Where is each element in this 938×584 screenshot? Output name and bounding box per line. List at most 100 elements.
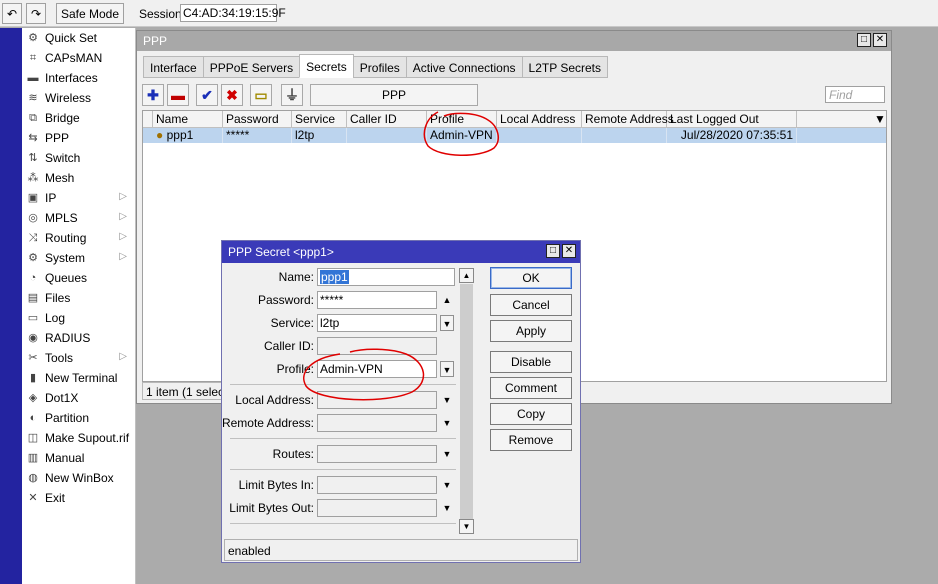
tab-profiles[interactable]: Profiles bbox=[352, 56, 407, 78]
sidebar-item-make-supout-rif[interactable]: ◫ Make Supout.rif bbox=[22, 428, 135, 448]
sidebar-item-label: MPLS bbox=[45, 211, 78, 225]
name-field[interactable]: ppp1 bbox=[317, 268, 455, 286]
add-icon[interactable]: ✚ bbox=[142, 84, 164, 106]
limit-bytes-in-dropdown-icon[interactable]: ▼ bbox=[440, 477, 454, 493]
sidebar-item-routing[interactable]: ⤨ Routing ▷ bbox=[22, 228, 135, 248]
sidebar-item-partition[interactable]: ◐ Partition bbox=[22, 408, 135, 428]
column-header-local-address[interactable]: Local Address bbox=[497, 111, 582, 128]
enable-icon[interactable]: ✔ bbox=[196, 84, 218, 106]
routes-field[interactable] bbox=[317, 445, 437, 463]
sidebar-item-manual[interactable]: ▥ Manual bbox=[22, 448, 135, 468]
sidebar-item-mesh[interactable]: ⁂ Mesh bbox=[22, 168, 135, 188]
dialog-close-icon[interactable]: ✕ bbox=[562, 244, 576, 258]
dialog-maximize-icon[interactable]: □ bbox=[546, 244, 560, 258]
ppp-toolbar: ✚ ▬ ✔ ✖ ▭ ⏚ PPP Authentication&Accountin… bbox=[141, 83, 889, 122]
sidebar-item-dot1x[interactable]: ◈ Dot1X bbox=[22, 388, 135, 408]
remote-address-field[interactable] bbox=[317, 414, 437, 432]
sidebar-item-capsman[interactable]: ⌗ CAPsMAN bbox=[22, 48, 135, 68]
switch-icon: ⇅ bbox=[28, 152, 38, 164]
dialog-status-bar: enabled bbox=[224, 539, 578, 561]
sidebar-item-system[interactable]: ⚙ System ▷ bbox=[22, 248, 135, 268]
sidebar-item-label: PPP bbox=[45, 131, 70, 145]
profile-dropdown-icon[interactable]: ▼ bbox=[440, 361, 454, 377]
columns-menu-icon[interactable]: ▼ bbox=[871, 111, 886, 128]
sidebar-item-switch[interactable]: ⇅ Switch bbox=[22, 148, 135, 168]
sidebar-item-exit[interactable]: ✕ Exit bbox=[22, 488, 135, 508]
remove-button[interactable]: Remove bbox=[490, 429, 572, 451]
redo-icon[interactable]: ↷ bbox=[26, 3, 46, 24]
sidebar-item-label: Make Supout.rif bbox=[45, 431, 130, 445]
tab-secrets[interactable]: Secrets bbox=[299, 54, 354, 78]
cell-remote-address bbox=[582, 128, 667, 143]
disable-icon[interactable]: ✖ bbox=[221, 84, 243, 106]
dialog-scrollbar[interactable]: ▲ ▼ bbox=[459, 268, 474, 534]
divider bbox=[230, 523, 456, 524]
dialog-titlebar[interactable]: PPP Secret <ppp1> □ ✕ bbox=[222, 241, 580, 263]
column-header-name[interactable]: Name bbox=[153, 111, 223, 128]
filter-icon[interactable]: ⏚ bbox=[281, 84, 303, 106]
scroll-down-icon[interactable]: ▼ bbox=[459, 519, 474, 534]
sidebar-item-bridge[interactable]: ⧉ Bridge bbox=[22, 108, 135, 128]
local-address-dropdown-icon[interactable]: ▼ bbox=[440, 392, 454, 408]
close-icon[interactable]: ✕ bbox=[873, 33, 887, 47]
limit-bytes-out-field[interactable] bbox=[317, 499, 437, 517]
sidebar-item-mpls[interactable]: ◎ MPLS ▷ bbox=[22, 208, 135, 228]
winbox-side-strip bbox=[0, 28, 22, 584]
apply-button[interactable]: Apply bbox=[490, 320, 572, 342]
disable-button[interactable]: Disable bbox=[490, 351, 572, 373]
tools-icon: ✂ bbox=[28, 352, 38, 364]
service-select[interactable]: l2tp bbox=[317, 314, 437, 332]
safe-mode-button[interactable]: Safe Mode bbox=[56, 3, 124, 24]
submenu-arrow-icon: ▷ bbox=[119, 351, 127, 362]
session-field[interactable]: C4:AD:34:19:15:9F bbox=[180, 4, 286, 22]
sidebar-item-ip[interactable]: ▣ IP ▷ bbox=[22, 188, 135, 208]
scroll-thumb[interactable] bbox=[460, 284, 473, 520]
copy-button[interactable]: Copy bbox=[490, 403, 572, 425]
sidebar-item-quick-set[interactable]: ⚙ Quick Set bbox=[22, 28, 135, 48]
table-row[interactable]: ● ppp1 ***** l2tp Admin-VPN Jul/28/2020 … bbox=[143, 128, 886, 143]
column-header-remote-address[interactable]: Remote Address bbox=[582, 111, 674, 128]
comment-icon[interactable]: ▭ bbox=[250, 84, 272, 106]
remote-address-label: Remote Address: bbox=[221, 416, 314, 430]
tab-active-connections[interactable]: Active Connections bbox=[405, 56, 523, 78]
tab-pppoe-servers[interactable]: PPPoE Servers bbox=[202, 56, 301, 78]
limit-bytes-in-field[interactable] bbox=[317, 476, 437, 494]
find-input[interactable]: Find bbox=[825, 86, 885, 103]
tab-l2tp-secrets[interactable]: L2TP Secrets bbox=[521, 56, 608, 78]
limit-bytes-out-dropdown-icon[interactable]: ▼ bbox=[440, 500, 454, 516]
submenu-arrow-icon: ▷ bbox=[119, 251, 127, 262]
sidebar-item-label: System bbox=[45, 251, 86, 265]
maximize-icon[interactable]: □ bbox=[857, 33, 871, 47]
ppp-window-titlebar[interactable]: PPP □ ✕ bbox=[137, 31, 891, 51]
sidebar-item-new-winbox[interactable]: ◍ New WinBox bbox=[22, 468, 135, 488]
remove-icon[interactable]: ▬ bbox=[167, 84, 189, 106]
sidebar-item-new-terminal[interactable]: ▮ New Terminal bbox=[22, 368, 135, 388]
tab-interface[interactable]: Interface bbox=[143, 56, 204, 78]
sidebar-item-ppp[interactable]: ⇆ PPP bbox=[22, 128, 135, 148]
ok-button[interactable]: OK bbox=[490, 267, 572, 289]
column-header-password[interactable]: Password bbox=[223, 111, 292, 128]
sidebar-item-radius[interactable]: ◉ RADIUS bbox=[22, 328, 135, 348]
sidebar-item-interfaces[interactable]: ▬ Interfaces bbox=[22, 68, 135, 88]
password-field[interactable]: ***** bbox=[317, 291, 437, 309]
routes-dropdown-icon[interactable]: ▼ bbox=[440, 446, 454, 462]
sidebar-item-wireless[interactable]: ≋ Wireless bbox=[22, 88, 135, 108]
sidebar-item-log[interactable]: ▭ Log bbox=[22, 308, 135, 328]
scroll-up-icon[interactable]: ▲ bbox=[459, 268, 474, 283]
routing-icon: ⤨ bbox=[28, 232, 38, 244]
cancel-button[interactable]: Cancel bbox=[490, 294, 572, 316]
service-dropdown-icon[interactable]: ▼ bbox=[440, 315, 454, 331]
password-row: Password: ***** ▲ bbox=[222, 290, 477, 310]
undo-icon[interactable]: ↶ bbox=[2, 3, 22, 24]
remote-address-dropdown-icon[interactable]: ▼ bbox=[440, 415, 454, 431]
ppp-auth-accounting-button[interactable]: PPP Authentication&Accounting bbox=[310, 84, 478, 122]
column-header-last-logged-out[interactable]: Last Logged Out bbox=[667, 111, 797, 128]
sidebar-item-files[interactable]: ▤ Files bbox=[22, 288, 135, 308]
divider bbox=[230, 438, 456, 439]
column-header-service[interactable]: Service bbox=[292, 111, 347, 128]
collapse-up-icon[interactable]: ▲ bbox=[440, 292, 454, 308]
column-header-caller-id[interactable]: Caller ID bbox=[347, 111, 427, 128]
sidebar-item-queues[interactable]: ◔ Queues bbox=[22, 268, 135, 288]
sidebar-item-tools[interactable]: ✂ Tools ▷ bbox=[22, 348, 135, 368]
comment-button[interactable]: Comment bbox=[490, 377, 572, 399]
